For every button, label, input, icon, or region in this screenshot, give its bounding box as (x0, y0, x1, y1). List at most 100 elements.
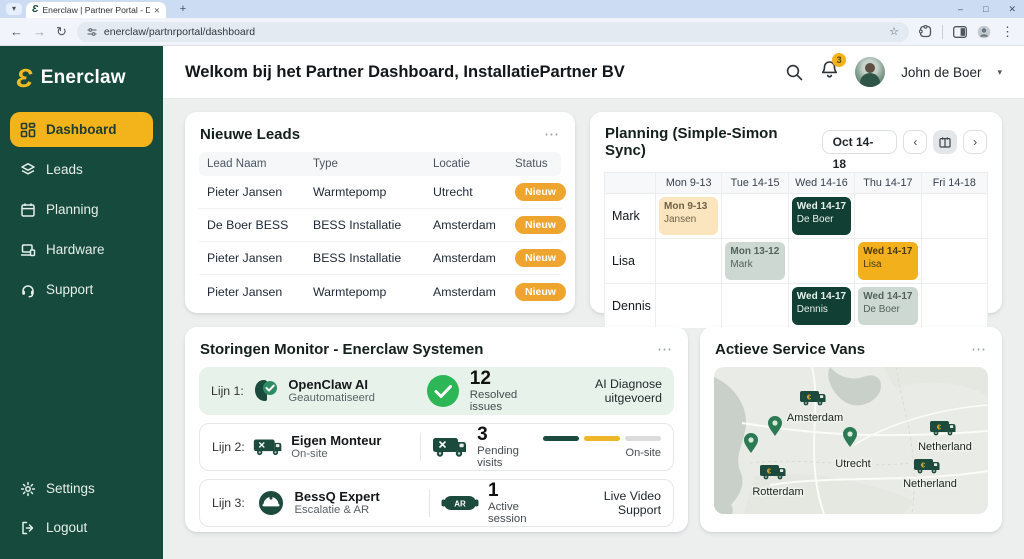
grid-slot: Wed 14-17 De Boer (788, 194, 855, 238)
toolbar-divider (942, 24, 943, 39)
status-badge: Nieuw (515, 282, 566, 301)
map-label: Netherland (903, 478, 957, 490)
progress-segment-pending (625, 435, 661, 441)
table-header-row: Lead Naam Type Locatie Status (199, 152, 561, 176)
sidebar-item-dashboard[interactable]: Dashboard (10, 112, 153, 147)
calendar-event[interactable]: Wed 14-17 Dennis (791, 287, 852, 325)
avatar[interactable] (855, 57, 886, 87)
calendar-event[interactable]: Wed 14-17 De Boer (858, 287, 918, 325)
calendar-icon (21, 202, 35, 217)
laptop-icon (21, 243, 36, 256)
monitor-row-lijn1: Lijn 1: OpenClaw AI Geautomatiseerd 12 R… (199, 367, 674, 415)
planning-card: Planning (Simple-Simon Sync) Oct 14-18 ‹… (590, 112, 1002, 329)
table-row[interactable]: Pieter Jansen Warmtepomp Utrecht Nieuw (199, 176, 566, 209)
date-range-button[interactable]: Oct 14-18 (821, 130, 898, 171)
service-van-marker[interactable] (914, 459, 940, 474)
card-title: Planning (Simple-Simon Sync) (605, 125, 778, 159)
service-vans-card: Actieve Service Vans ⋯ € Amsterdam Nethe… (700, 327, 1002, 532)
notification-badge: 3 (832, 52, 847, 67)
brand-name: Enerclaw (40, 67, 126, 88)
grid-slot: Mon 9-13 Jansen (656, 194, 722, 238)
sidebar-item-settings[interactable]: Settings (10, 471, 153, 506)
column-header: Lead Naam (207, 158, 267, 170)
brand-logo: Ɛ Enerclaw (0, 46, 163, 108)
storingen-monitor-card: Storingen Monitor - Enerclaw Systemen ⋯ … (185, 327, 688, 532)
ar-headset-icon: AR (441, 496, 479, 510)
minimize-button[interactable]: – (958, 4, 963, 14)
status-badge: Nieuw (515, 183, 566, 201)
browser-tab[interactable]: Ɛ Enerclaw | Partner Portal - Das ✕ (26, 2, 166, 18)
grid-slot (921, 239, 987, 283)
calendar-event[interactable]: Wed 14-17 De Boer (791, 197, 852, 235)
map-label: Rotterdam (752, 486, 803, 498)
service-van-icon (433, 438, 467, 457)
dashboard-grid-icon (20, 122, 36, 137)
browser-window: ▾ Ɛ Enerclaw | Partner Portal - Das ✕ + … (0, 0, 1024, 559)
region-border (895, 367, 915, 514)
grid-slot (656, 284, 722, 328)
table-row[interactable]: Pieter Jansen BESS Installatie Amsterdam… (199, 242, 566, 275)
back-icon[interactable]: ← (10, 25, 23, 38)
side-panel-icon[interactable] (953, 25, 967, 38)
profile-icon[interactable] (977, 25, 991, 39)
map-pin-icon[interactable] (744, 433, 758, 453)
reload-icon[interactable]: ↻ (56, 25, 67, 38)
column-header: Type (313, 158, 338, 170)
maximize-button[interactable]: □ (983, 4, 988, 14)
calendar-event[interactable]: Mon 13-12 Mark (725, 242, 785, 280)
site-settings-icon[interactable] (87, 27, 97, 37)
sidebar-item-planning[interactable]: Planning (10, 192, 153, 227)
sidebar-item-logout[interactable]: Logout (10, 510, 153, 545)
service-van-marker[interactable] (800, 391, 826, 406)
browser-menu-icon[interactable]: ⋮ (1001, 25, 1014, 38)
close-tab-icon[interactable]: ✕ (154, 6, 160, 15)
resource-name: Lisa (605, 239, 655, 283)
service-van-icon (254, 439, 282, 456)
favicon-enerclaw-icon: Ɛ (32, 4, 39, 15)
grid-slot (921, 284, 987, 328)
leads-table: Lead Naam Type Locatie Status Pieter Jan… (199, 152, 566, 308)
resource-name: Mark (605, 194, 655, 238)
map-pin-icon[interactable] (768, 416, 782, 436)
next-week-button[interactable]: › (963, 130, 987, 154)
prev-week-button[interactable]: ‹ (903, 130, 928, 154)
grid-corner (605, 173, 655, 193)
calendar-view-button[interactable] (933, 130, 958, 154)
forward-icon[interactable]: → (33, 25, 46, 38)
sidebar-item-label: Planning (46, 202, 99, 217)
search-icon[interactable] (785, 63, 804, 82)
user-name[interactable]: John de Boer (901, 65, 981, 80)
table-row[interactable]: De Boer BESS BESS Installatie Amsterdam … (199, 209, 566, 242)
map-label: Amsterdam (787, 412, 843, 424)
sidebar-item-hardware[interactable]: Hardware (10, 232, 153, 267)
more-options-icon[interactable]: ⋯ (971, 340, 987, 358)
chevron-down-icon[interactable]: ▾ (997, 67, 1002, 78)
bookmark-star-icon[interactable]: ☆ (889, 25, 899, 38)
close-window-button[interactable]: ✕ (1008, 4, 1016, 15)
map-label: Utrecht (835, 458, 870, 470)
monitor-row-lijn3: Lijn 3: BessQ Expert Escalatie & AR AR 1… (199, 479, 674, 527)
new-tab-button[interactable]: + (176, 2, 190, 16)
sidebar-item-label: Settings (46, 481, 95, 496)
sidebar-item-support[interactable]: Support (10, 272, 153, 307)
nieuwe-leads-card: Nieuwe Leads ⋯ Lead Naam Type Locatie St… (185, 112, 575, 313)
sidebar-nav: Dashboard Leads Planning Hardware Suppor… (0, 108, 163, 311)
calendar-event[interactable]: Wed 14-17 Lisa (858, 242, 918, 280)
tab-search-button[interactable]: ▾ (6, 3, 22, 15)
grid-slot (722, 194, 788, 238)
grid-slot: Wed 14-17 Lisa (855, 239, 921, 283)
extensions-icon[interactable] (919, 25, 932, 38)
sidebar-item-label: Dashboard (46, 122, 117, 137)
card-title: Actieve Service Vans (715, 340, 866, 358)
more-options-icon[interactable]: ⋯ (544, 125, 560, 143)
calendar-event[interactable]: Mon 9-13 Jansen (659, 197, 719, 235)
notifications-button[interactable]: 3 (820, 52, 847, 85)
table-row[interactable]: Pieter Jansen Warmtepomp Amsterdam Nieuw (199, 275, 566, 308)
progress-bar (543, 435, 661, 441)
sidebar-item-leads[interactable]: Leads (10, 152, 153, 187)
status-badge: Nieuw (515, 216, 566, 234)
region-border (749, 460, 911, 466)
address-bar[interactable]: enerclaw/partnrportal/dashboard ☆ (76, 21, 909, 42)
planning-grid: Mon 9-13 Tue 14-15 Wed 14-16 Thu 14-17 F… (604, 172, 988, 329)
more-options-icon[interactable]: ⋯ (657, 340, 673, 358)
